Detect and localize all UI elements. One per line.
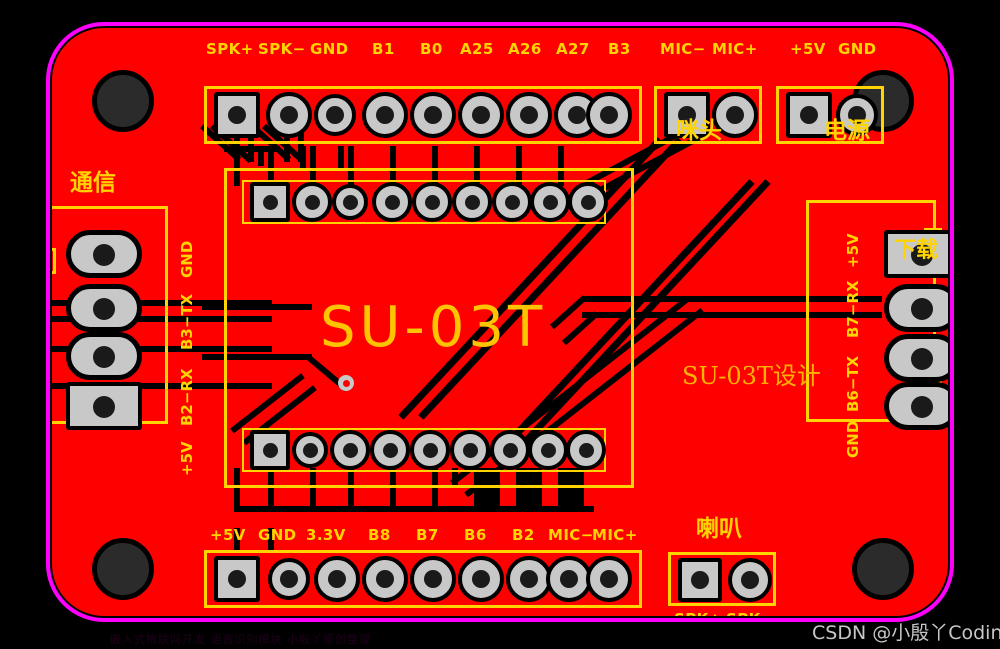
- top-pin-label-6: A25: [460, 40, 494, 58]
- pad-hole: [424, 570, 442, 588]
- pad-hole: [93, 346, 115, 368]
- mounting-hole-bottom-left: [92, 538, 154, 600]
- pad-hole: [228, 106, 246, 124]
- speaker-pin-label-2: SPK−: [726, 612, 774, 617]
- pad-hole: [579, 443, 594, 458]
- download-pin-label-3: B6−TX: [844, 355, 862, 412]
- pad-hole: [280, 106, 298, 124]
- pad-hole: [911, 348, 933, 370]
- pad-hole: [520, 570, 538, 588]
- top-pin-label-2: SPK−: [258, 40, 306, 58]
- comm-pin-label-1: GND: [178, 240, 196, 278]
- download-pin-label-4: GND: [844, 420, 862, 458]
- pad-hole: [93, 244, 115, 266]
- download-pad-label: 下载: [894, 238, 939, 263]
- pad-hole: [568, 106, 586, 124]
- bottom-pin-label-9: MIC+: [592, 526, 638, 544]
- pcb-board: 下载 SPK+ SPK− GND B1 B0 A25 A26 A27 B3 MI…: [52, 28, 948, 616]
- top-pin-label-4: B1: [372, 40, 395, 58]
- pad-hole: [581, 195, 596, 210]
- pad-hole: [263, 195, 278, 210]
- pad-hole: [465, 195, 480, 210]
- pad-hole: [600, 570, 618, 588]
- design-credit-label: SU-03T设计: [682, 362, 821, 390]
- mounting-hole-top-left: [92, 70, 154, 132]
- pad-hole: [305, 195, 320, 210]
- pcb-screenshot: 下载 SPK+ SPK− GND B1 B0 A25 A26 A27 B3 MI…: [0, 0, 1000, 649]
- pad-hole: [505, 195, 520, 210]
- bottom-pin-label-8: MIC−: [548, 526, 594, 544]
- top-pin-label-5: B0: [420, 40, 443, 58]
- trace: [338, 146, 344, 170]
- trace: [300, 146, 306, 170]
- comm-pin-label-4: +5V: [178, 441, 196, 476]
- top-pin-label-3: GND: [310, 40, 349, 58]
- pad-hole: [228, 570, 246, 588]
- pad-hole: [425, 195, 440, 210]
- bottom-pin-label-2: GND: [258, 526, 297, 544]
- pad-hole: [343, 443, 358, 458]
- speaker-pin-label-1: SPK+: [674, 612, 722, 617]
- pad-hole: [343, 195, 358, 210]
- pad-hole: [800, 106, 818, 124]
- trace: [258, 146, 264, 166]
- pad-hole: [726, 106, 744, 124]
- pad-hole: [303, 443, 318, 458]
- pad-hole: [263, 443, 278, 458]
- pad-hole: [424, 106, 442, 124]
- download-pin-label-1: +5V: [844, 233, 862, 268]
- pad-hole: [691, 571, 709, 589]
- mic-pin-label-1: MIC−: [660, 40, 706, 58]
- mic-pin-label-2: MIC+: [712, 40, 758, 58]
- pad-hole: [541, 443, 556, 458]
- top-pin-label-9: B3: [608, 40, 631, 58]
- bottom-pin-label-1: +5V: [210, 526, 246, 544]
- power-pin-label-1: +5V: [790, 40, 826, 58]
- module-name-label: SU-03T: [320, 295, 547, 360]
- pad-hole: [911, 298, 933, 320]
- power-group-label: 电源: [824, 118, 870, 144]
- pad-hole: [543, 195, 558, 210]
- bottom-pin-label-6: B6: [464, 526, 487, 544]
- comm-group-label: 通信: [70, 170, 116, 196]
- pad-hole: [328, 570, 346, 588]
- pad-hole: [520, 106, 538, 124]
- pad-hole: [383, 443, 398, 458]
- download-pin-label-2: B7−RX: [844, 280, 862, 338]
- top-pin-label-8: A27: [556, 40, 590, 58]
- pad-hole: [93, 298, 115, 320]
- speaker-group-label: 喇叭: [696, 516, 742, 542]
- mic-group-label: 咪头: [676, 118, 722, 144]
- bottom-pin-label-7: B2: [512, 526, 535, 544]
- mounting-hole-bottom-right: [852, 538, 914, 600]
- power-pin-label-2: GND: [838, 40, 877, 58]
- pad-hole: [376, 106, 394, 124]
- pad-hole: [560, 570, 578, 588]
- pad-hole: [472, 570, 490, 588]
- bottom-pin-label-4: B8: [368, 526, 391, 544]
- pad-hole: [385, 195, 400, 210]
- bottom-pin-label-5: B7: [416, 526, 439, 544]
- top-pin-label-7: A26: [508, 40, 542, 58]
- trace: [234, 506, 594, 512]
- pad-hole: [376, 570, 394, 588]
- bottom-pin-label-3: 3.3V: [306, 526, 346, 544]
- pad-hole: [911, 396, 933, 418]
- csdn-watermark: CSDN @小殷丫Coding: [812, 622, 1000, 644]
- pad-hole: [326, 106, 344, 124]
- faint-watermark: 嵌入式物联网开发 语音识别模块 小殷丫原创整理: [110, 633, 371, 646]
- comm-pin-label-3: B2−RX: [178, 368, 196, 426]
- pad-hole: [503, 443, 518, 458]
- comm-connector-notch: [52, 248, 56, 274]
- pad-hole: [423, 443, 438, 458]
- comm-pin-label-2: B3−TX: [178, 293, 196, 350]
- pad-hole: [600, 106, 618, 124]
- pad-hole: [741, 571, 759, 589]
- pad-hole: [472, 106, 490, 124]
- pad-hole: [463, 443, 478, 458]
- pad-hole: [93, 396, 115, 418]
- top-pin-label-1: SPK+: [206, 40, 254, 58]
- trace: [224, 146, 280, 152]
- pad-hole: [280, 570, 298, 588]
